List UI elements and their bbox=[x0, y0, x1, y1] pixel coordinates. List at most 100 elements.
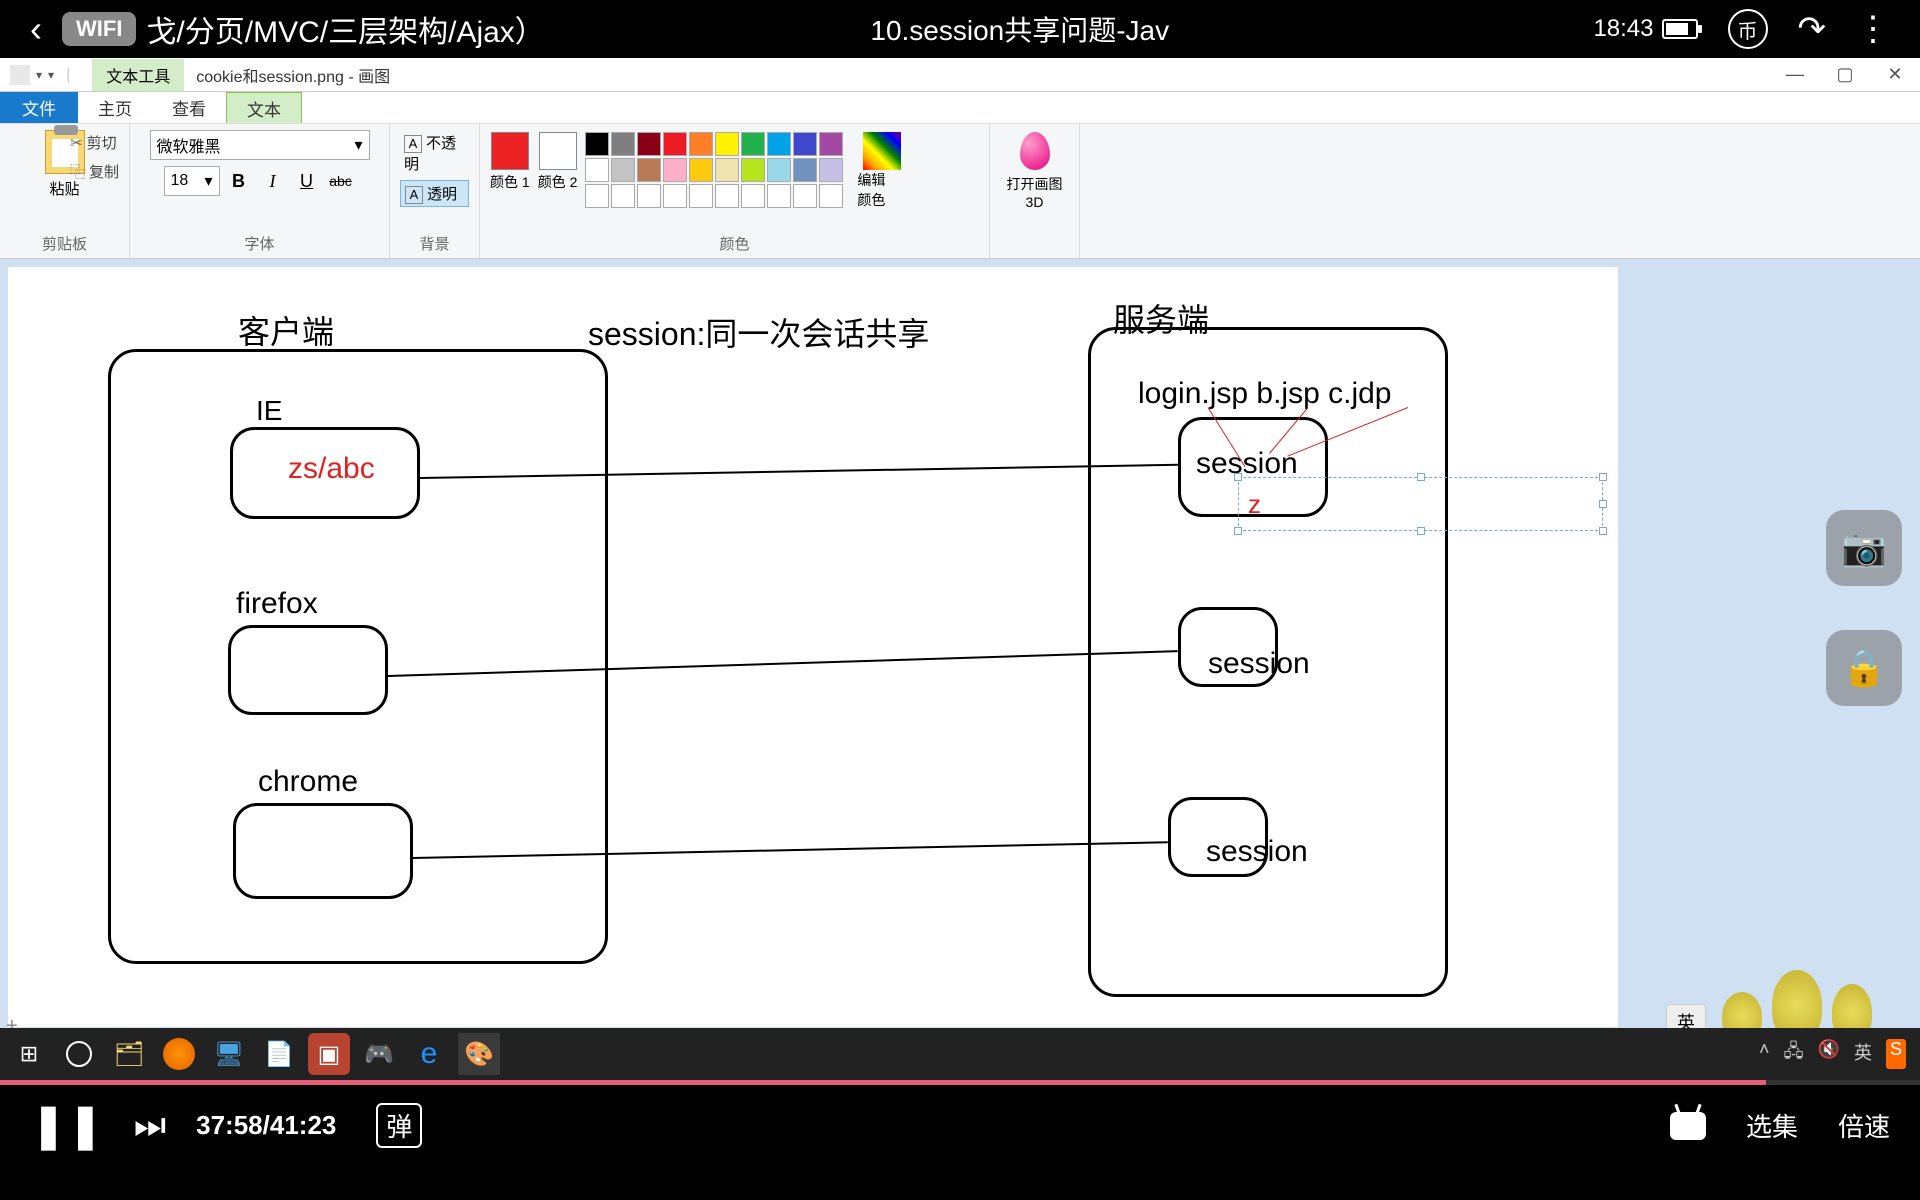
select-episode-button[interactable]: 选集 bbox=[1746, 1107, 1798, 1144]
palette-color[interactable] bbox=[637, 184, 661, 208]
palette-color[interactable] bbox=[715, 158, 739, 182]
palette-color[interactable] bbox=[611, 184, 635, 208]
qat-dropdown-icon-2[interactable]: ▾ bbox=[48, 68, 54, 82]
color1-button[interactable]: 颜色 1 bbox=[490, 132, 530, 192]
text-tools-tab[interactable]: 文本工具 bbox=[92, 59, 184, 91]
palette-color[interactable] bbox=[741, 132, 765, 156]
tray-network-icon[interactable]: 🖧 bbox=[1783, 1039, 1803, 1069]
strikethrough-button[interactable]: abc bbox=[326, 166, 356, 196]
minimize-button[interactable]: — bbox=[1770, 58, 1820, 92]
canvas-area[interactable]: 客户端 session:同一次会话共享 服务端 login.jsp b.jsp … bbox=[0, 259, 1920, 1044]
underline-button[interactable]: U bbox=[292, 166, 322, 196]
progress-bar[interactable] bbox=[0, 1080, 1920, 1085]
palette-color[interactable] bbox=[793, 184, 817, 208]
resize-handle[interactable] bbox=[1234, 473, 1242, 481]
paint-icon[interactable]: 🎨 bbox=[458, 1033, 500, 1075]
copy-button[interactable]: ⿻复制 bbox=[70, 161, 119, 182]
palette-color[interactable] bbox=[663, 132, 687, 156]
transparent-option[interactable]: A透明 bbox=[400, 180, 469, 207]
palette-color[interactable] bbox=[585, 158, 609, 182]
font-size-select[interactable]: 18▾ bbox=[164, 166, 220, 196]
speed-button[interactable]: 倍速 bbox=[1838, 1107, 1890, 1144]
cortana-button[interactable] bbox=[58, 1033, 100, 1075]
chevron-down-icon: ▾ bbox=[354, 135, 362, 155]
opaque-option[interactable]: A不透明 bbox=[400, 130, 469, 176]
palette-color[interactable] bbox=[767, 132, 791, 156]
ie-label: IE bbox=[256, 395, 282, 427]
qat-dropdown-icon[interactable]: ▾ bbox=[36, 68, 42, 82]
tab-file[interactable]: 文件 bbox=[0, 92, 78, 123]
paint3d-button[interactable]: 打开画图 3D bbox=[1000, 132, 1070, 210]
recorder-icon[interactable]: ▣ bbox=[308, 1033, 350, 1075]
text-selection-box[interactable] bbox=[1238, 477, 1603, 531]
tab-view[interactable]: 查看 bbox=[152, 92, 226, 123]
palette-color[interactable] bbox=[611, 132, 635, 156]
maximize-button[interactable]: ▢ bbox=[1820, 58, 1870, 92]
notepad-icon[interactable]: 📄 bbox=[258, 1033, 300, 1075]
palette-color[interactable] bbox=[689, 132, 713, 156]
palette-color[interactable] bbox=[819, 158, 843, 182]
palette-color[interactable] bbox=[767, 184, 791, 208]
screenshot-button[interactable]: 📷 bbox=[1826, 510, 1902, 586]
resize-handle[interactable] bbox=[1599, 500, 1607, 508]
resize-handle[interactable] bbox=[1417, 527, 1425, 535]
palette-color[interactable] bbox=[793, 158, 817, 182]
lock-button[interactable]: 🔒 bbox=[1826, 630, 1902, 706]
palette-color[interactable] bbox=[689, 184, 713, 208]
resize-handle[interactable] bbox=[1234, 527, 1242, 535]
palette-color[interactable] bbox=[741, 184, 765, 208]
back-icon[interactable]: ‹ bbox=[30, 8, 42, 50]
monitor-icon[interactable]: 🖥 bbox=[208, 1033, 250, 1075]
bold-button[interactable]: B bbox=[224, 166, 254, 196]
start-button[interactable]: ⊞ bbox=[8, 1033, 50, 1075]
palette-color[interactable] bbox=[741, 158, 765, 182]
tab-text[interactable]: 文本 bbox=[226, 92, 302, 123]
cut-button[interactable]: ✂剪切 bbox=[70, 132, 119, 153]
palette-color[interactable] bbox=[715, 184, 739, 208]
resize-handle[interactable] bbox=[1417, 473, 1425, 481]
danmaku-button[interactable]: 弹 bbox=[376, 1103, 422, 1148]
tray-sogou-icon[interactable]: S bbox=[1886, 1039, 1906, 1069]
palette-color[interactable] bbox=[819, 132, 843, 156]
palette-color[interactable] bbox=[793, 132, 817, 156]
palette-color[interactable] bbox=[585, 184, 609, 208]
bilibili-icon[interactable] bbox=[1670, 1112, 1706, 1140]
session-text-1: session bbox=[1196, 447, 1298, 481]
pause-button[interactable]: ❚❚ bbox=[30, 1100, 104, 1151]
zs-text: zs/abc bbox=[288, 452, 375, 486]
palette-color[interactable] bbox=[767, 158, 791, 182]
palette-color[interactable] bbox=[689, 158, 713, 182]
next-button[interactable]: ⏭ bbox=[134, 1104, 166, 1147]
canvas[interactable]: 客户端 session:同一次会话共享 服务端 login.jsp b.jsp … bbox=[8, 267, 1618, 1027]
ie-icon[interactable]: e bbox=[408, 1033, 450, 1075]
share-icon[interactable]: ↷ bbox=[1798, 9, 1827, 49]
palette-color[interactable] bbox=[611, 158, 635, 182]
palette-color[interactable] bbox=[637, 132, 661, 156]
firefox-icon[interactable] bbox=[158, 1033, 200, 1075]
palette-color[interactable] bbox=[663, 158, 687, 182]
more-icon[interactable]: ⋮ bbox=[1856, 9, 1890, 49]
palette-color[interactable] bbox=[715, 132, 739, 156]
tab-home[interactable]: 主页 bbox=[78, 92, 152, 123]
palette-color[interactable] bbox=[819, 184, 843, 208]
palette-color[interactable] bbox=[663, 184, 687, 208]
edit-color-button[interactable]: 编辑颜色 bbox=[853, 132, 901, 210]
italic-button[interactable]: I bbox=[258, 166, 288, 196]
palette-color[interactable] bbox=[585, 132, 609, 156]
palette-color[interactable] bbox=[637, 158, 661, 182]
color-label: 颜色 bbox=[480, 233, 989, 254]
progress-fill bbox=[0, 1080, 1766, 1085]
tray-lang[interactable]: 英 bbox=[1854, 1039, 1872, 1069]
resize-handle[interactable] bbox=[1599, 527, 1607, 535]
firefox-box bbox=[228, 625, 388, 715]
coin-button[interactable]: 币 bbox=[1728, 9, 1768, 49]
editing-text[interactable]: z bbox=[1248, 489, 1261, 520]
tray-volume-icon[interactable]: 🔇 bbox=[1818, 1039, 1840, 1069]
font-family-select[interactable]: 微软雅黑▾ bbox=[150, 130, 370, 160]
tray-up-icon[interactable]: ˄ bbox=[1759, 1039, 1770, 1069]
app-icon[interactable]: 🎮 bbox=[358, 1033, 400, 1075]
resize-handle[interactable] bbox=[1599, 473, 1607, 481]
file-explorer-icon[interactable]: 🗂 bbox=[108, 1033, 150, 1075]
color2-button[interactable]: 颜色 2 bbox=[538, 132, 578, 192]
close-button[interactable]: ✕ bbox=[1870, 58, 1920, 92]
